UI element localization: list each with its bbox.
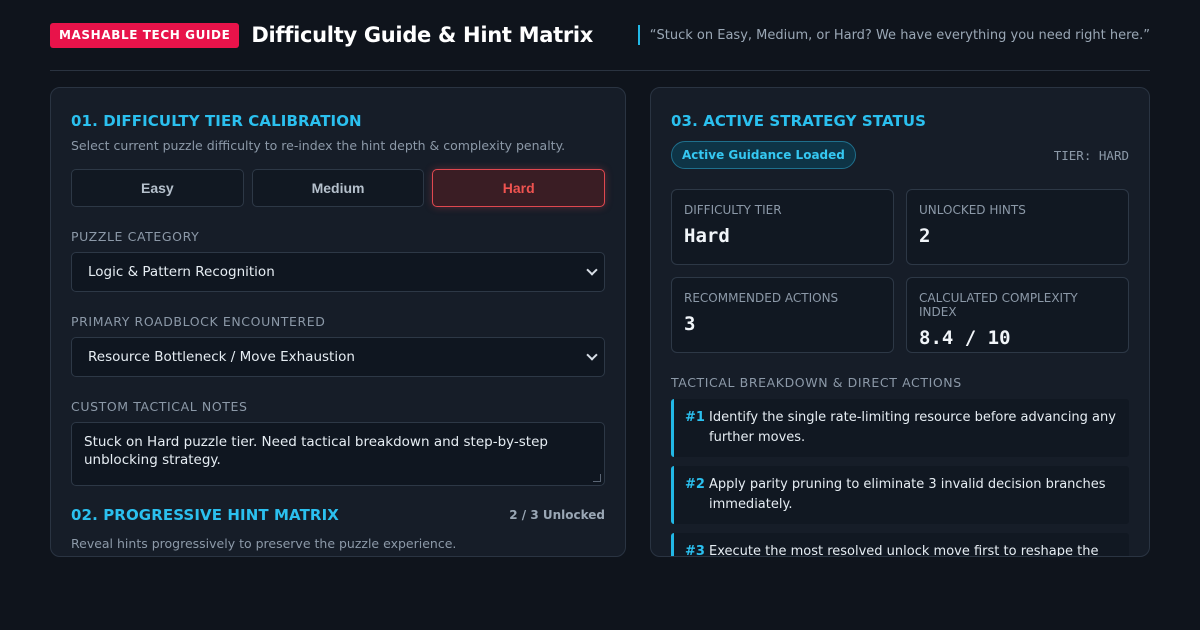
calibration-panel: 01. DIFFICULTY TIER CALIBRATION Select c… bbox=[50, 87, 626, 557]
difficulty-medium-button[interactable]: Medium bbox=[251, 169, 425, 207]
stat-recommended-actions: RECOMMENDED ACTIONS 3 bbox=[671, 277, 894, 353]
action-text: Execute the most resolved unlock move fi… bbox=[709, 544, 1099, 557]
action-item: #1 Identify the single rate-limiting res… bbox=[671, 399, 1129, 457]
resize-handle-icon[interactable] bbox=[593, 474, 601, 482]
status-badge: Active Guidance Loaded bbox=[671, 141, 856, 169]
category-label: PUZZLE CATEGORY bbox=[71, 229, 200, 244]
category-select[interactable]: Logic & Pattern Recognition bbox=[71, 252, 605, 292]
stat-value: 8.4 / 10 bbox=[919, 327, 1011, 349]
tagline: “Stuck on Easy, Medium, or Hard? We have… bbox=[637, 25, 1150, 45]
chevron-down-icon bbox=[586, 349, 598, 361]
status-title: 03. ACTIVE STRATEGY STATUS bbox=[671, 112, 927, 130]
status-panel: 03. ACTIVE STRATEGY STATUS Active Guidan… bbox=[650, 87, 1150, 557]
action-item: #3 Execute the most resolved unlock move… bbox=[671, 533, 1129, 557]
breakdown-label: TACTICAL BREAKDOWN & DIRECT ACTIONS bbox=[671, 375, 962, 390]
hint-matrix-header: 02. PROGRESSIVE HINT MATRIX 2 / 3 Unlock… bbox=[71, 506, 605, 524]
hint-matrix-description: Reveal hints progressively to preserve t… bbox=[71, 536, 457, 551]
notes-textarea[interactable]: Stuck on Hard puzzle tier. Need tactical… bbox=[71, 422, 605, 486]
stats-grid: DIFFICULTY TIER Hard UNLOCKED HINTS 2 RE… bbox=[671, 189, 1129, 353]
page-title: Difficulty Guide & Hint Matrix bbox=[251, 23, 594, 47]
stat-label: CALCULATED COMPLEXITY INDEX bbox=[919, 291, 1078, 319]
calibration-description: Select current puzzle difficulty to re-i… bbox=[71, 138, 566, 153]
brand-badge: MASHABLE TECH GUIDE bbox=[50, 22, 240, 48]
difficulty-easy-button[interactable]: Easy bbox=[71, 169, 244, 207]
stat-value: Hard bbox=[684, 225, 730, 247]
status-row: Active Guidance Loaded TIER: HARD bbox=[671, 141, 1129, 169]
stat-value: 3 bbox=[684, 313, 696, 335]
action-number: #1 bbox=[685, 410, 705, 425]
stat-complexity-index: CALCULATED COMPLEXITY INDEX 8.4 / 10 bbox=[906, 277, 1129, 353]
stat-unlocked-hints: UNLOCKED HINTS 2 bbox=[906, 189, 1129, 265]
action-number: #2 bbox=[685, 477, 705, 492]
hint-unlock-count: 2 / 3 Unlocked bbox=[509, 508, 605, 522]
difficulty-selector: Easy Medium Hard bbox=[71, 169, 606, 207]
tier-readout: TIER: HARD bbox=[1053, 147, 1129, 163]
action-item: #2 Apply parity pruning to eliminate 3 i… bbox=[671, 466, 1129, 524]
stat-label: UNLOCKED HINTS bbox=[919, 203, 1026, 217]
difficulty-hard-button[interactable]: Hard bbox=[432, 169, 606, 207]
action-text: Apply parity pruning to eliminate 3 inva… bbox=[709, 477, 1106, 512]
category-select-value: Logic & Pattern Recognition bbox=[88, 264, 275, 280]
notes-label: CUSTOM TACTICAL NOTES bbox=[71, 399, 248, 414]
page-header: MASHABLE TECH GUIDE Difficulty Guide & H… bbox=[50, 0, 1150, 71]
hint-matrix-title: 02. PROGRESSIVE HINT MATRIX bbox=[71, 506, 339, 524]
roadblock-select-value: Resource Bottleneck / Move Exhaustion bbox=[88, 349, 355, 365]
stat-difficulty-tier: DIFFICULTY TIER Hard bbox=[671, 189, 894, 265]
stat-label: DIFFICULTY TIER bbox=[684, 203, 782, 217]
chevron-down-icon bbox=[586, 264, 598, 276]
roadblock-label: PRIMARY ROADBLOCK ENCOUNTERED bbox=[71, 314, 326, 329]
action-number: #3 bbox=[685, 544, 705, 557]
roadblock-select[interactable]: Resource Bottleneck / Move Exhaustion bbox=[71, 337, 605, 377]
stat-value: 2 bbox=[919, 225, 931, 247]
calibration-title: 01. DIFFICULTY TIER CALIBRATION bbox=[71, 112, 362, 130]
action-text: Identify the single rate-limiting resour… bbox=[709, 410, 1116, 445]
stat-label: RECOMMENDED ACTIONS bbox=[684, 291, 839, 305]
notes-text: Stuck on Hard puzzle tier. Need tactical… bbox=[84, 434, 548, 468]
